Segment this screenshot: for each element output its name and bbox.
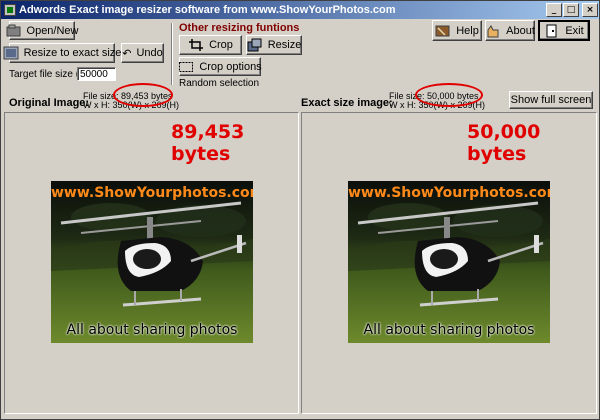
original-size-highlight <box>113 83 173 107</box>
crop-options-icon <box>178 60 194 74</box>
undo-icon: ↶ <box>122 46 132 60</box>
about-hand-icon <box>485 24 501 38</box>
crop-icon <box>188 38 204 52</box>
exact-image[interactable]: www.ShowYourphotos.com All about sharing… <box>348 181 550 343</box>
original-image-heading: Original Image: <box>9 97 90 109</box>
title-bar[interactable]: Adwords Exact image resizer software fro… <box>1 1 599 19</box>
help-button[interactable]: Help <box>432 20 482 41</box>
undo-label: Undo <box>136 47 163 59</box>
resize-icon <box>247 38 263 52</box>
undo-button[interactable]: ↶ Undo <box>121 43 164 63</box>
exact-watermark-top: www.ShowYourphotos.com <box>348 185 550 201</box>
resize-exact-button[interactable]: Resize to exact size <box>3 43 121 63</box>
original-bytes-display: 89,453 bytes <box>171 121 245 165</box>
exact-bytes-display: 50,000 bytes <box>467 121 541 165</box>
resize-image-icon <box>3 46 19 60</box>
close-button[interactable]: × <box>582 3 598 17</box>
random-selection-label: Random selection <box>179 78 260 89</box>
original-watermark-top: www.ShowYourphotos.com <box>51 185 253 201</box>
crop-options-label: Crop options <box>199 60 262 73</box>
exit-label: Exit <box>565 24 584 37</box>
helicopter-photo-resized <box>348 181 550 343</box>
window-title: Adwords Exact image resizer software fro… <box>19 4 396 16</box>
exact-image-heading: Exact size image: <box>301 97 393 109</box>
crop-label: Crop <box>209 39 233 51</box>
resize-label: Resize <box>267 39 302 51</box>
exact-image-panel: 50,000 bytes www.ShowYourphotos.com All … <box>301 112 597 414</box>
exact-size-highlight <box>415 83 483 107</box>
show-full-screen-label: Show full screen <box>510 94 592 106</box>
exit-button[interactable]: Exit <box>538 20 590 41</box>
crop-options-button[interactable]: Crop options <box>178 57 262 76</box>
resize-button[interactable]: Resize <box>246 35 302 55</box>
open-new-button[interactable]: Open/New <box>6 21 79 40</box>
exit-door-icon <box>544 24 560 38</box>
resize-exact-label: Resize to exact size <box>23 47 122 59</box>
open-new-label: Open/New <box>26 24 79 37</box>
original-image-panel: 89,453 bytes www.ShowYourphotos.com All … <box>4 112 299 414</box>
open-folder-icon <box>6 24 22 38</box>
about-label: About <box>506 24 535 37</box>
target-size-input[interactable]: 50000 <box>77 67 116 81</box>
helicopter-photo <box>51 181 253 343</box>
help-book-icon <box>435 24 451 38</box>
show-full-screen-button[interactable]: Show full screen <box>509 91 593 109</box>
original-image[interactable]: www.ShowYourphotos.com All about sharing… <box>51 181 253 343</box>
app-window: Adwords Exact image resizer software fro… <box>0 0 600 420</box>
help-label: Help <box>456 24 479 37</box>
other-functions-heading: Other resizing funtions <box>179 22 300 34</box>
about-button[interactable]: About <box>485 20 535 41</box>
maximize-button[interactable]: □ <box>563 3 579 17</box>
exact-watermark-bottom: All about sharing photos <box>363 322 535 338</box>
app-icon <box>4 4 16 16</box>
crop-button[interactable]: Crop <box>179 35 242 55</box>
original-watermark-bottom: All about sharing photos <box>66 322 238 338</box>
toolbar-divider <box>171 23 173 85</box>
minimize-button[interactable]: _ <box>546 3 562 17</box>
